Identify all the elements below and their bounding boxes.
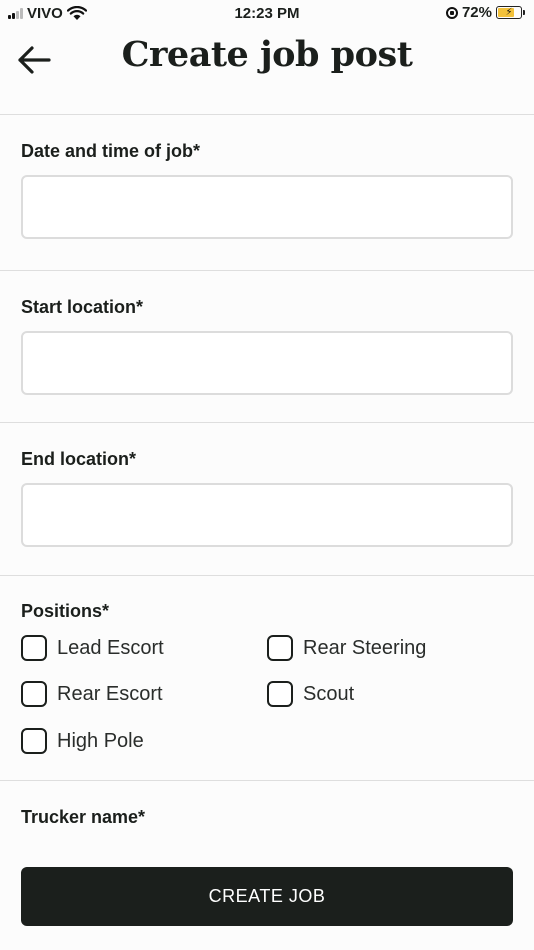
- battery-icon: ⚡: [496, 6, 525, 19]
- battery-percent: 72%: [461, 4, 492, 21]
- checkbox-label: Scout: [303, 682, 355, 705]
- end-location-label: End location*: [21, 449, 137, 469]
- positions-label: Positions*: [21, 601, 110, 621]
- create-job-button[interactable]: CREATE JOB: [21, 867, 513, 926]
- charging-bolt-icon: ⚡: [505, 6, 513, 18]
- checkbox-lead-escort[interactable]: Lead Escort: [21, 635, 164, 661]
- checkbox-rear-steering[interactable]: Rear Steering: [267, 635, 426, 661]
- checkbox-box[interactable]: [267, 681, 293, 707]
- checkbox-scout[interactable]: Scout: [267, 681, 354, 707]
- page-title: Create job post: [121, 34, 413, 75]
- date-time-input[interactable]: [21, 175, 513, 239]
- divider: [0, 575, 534, 576]
- checkbox-high-pole[interactable]: High Pole: [21, 728, 144, 754]
- end-location-input[interactable]: [21, 483, 513, 547]
- header: Create job post: [0, 28, 534, 114]
- divider: [0, 270, 534, 271]
- date-time-label: Date and time of job*: [21, 141, 201, 161]
- orientation-lock-icon: [445, 6, 458, 19]
- status-bar: VIVO 12:23 PM 72% ⚡: [0, 0, 534, 28]
- checkbox-box[interactable]: [267, 635, 293, 661]
- checkbox-label: High Pole: [57, 729, 144, 752]
- checkbox-label: Rear Steering: [303, 636, 427, 659]
- checkbox-box[interactable]: [21, 728, 47, 754]
- checkbox-rear-escort[interactable]: Rear Escort: [21, 681, 163, 707]
- checkbox-box[interactable]: [21, 681, 47, 707]
- checkbox-label: Lead Escort: [57, 636, 164, 659]
- divider: [0, 114, 534, 115]
- checkbox-box[interactable]: [21, 635, 47, 661]
- status-right: 72% ⚡: [445, 4, 525, 21]
- divider: [0, 422, 534, 423]
- start-location-label: Start location*: [21, 297, 144, 317]
- divider: [0, 780, 534, 781]
- checkbox-label: Rear Escort: [57, 682, 163, 705]
- start-location-input[interactable]: [21, 331, 513, 395]
- trucker-name-label: Trucker name*: [21, 807, 146, 827]
